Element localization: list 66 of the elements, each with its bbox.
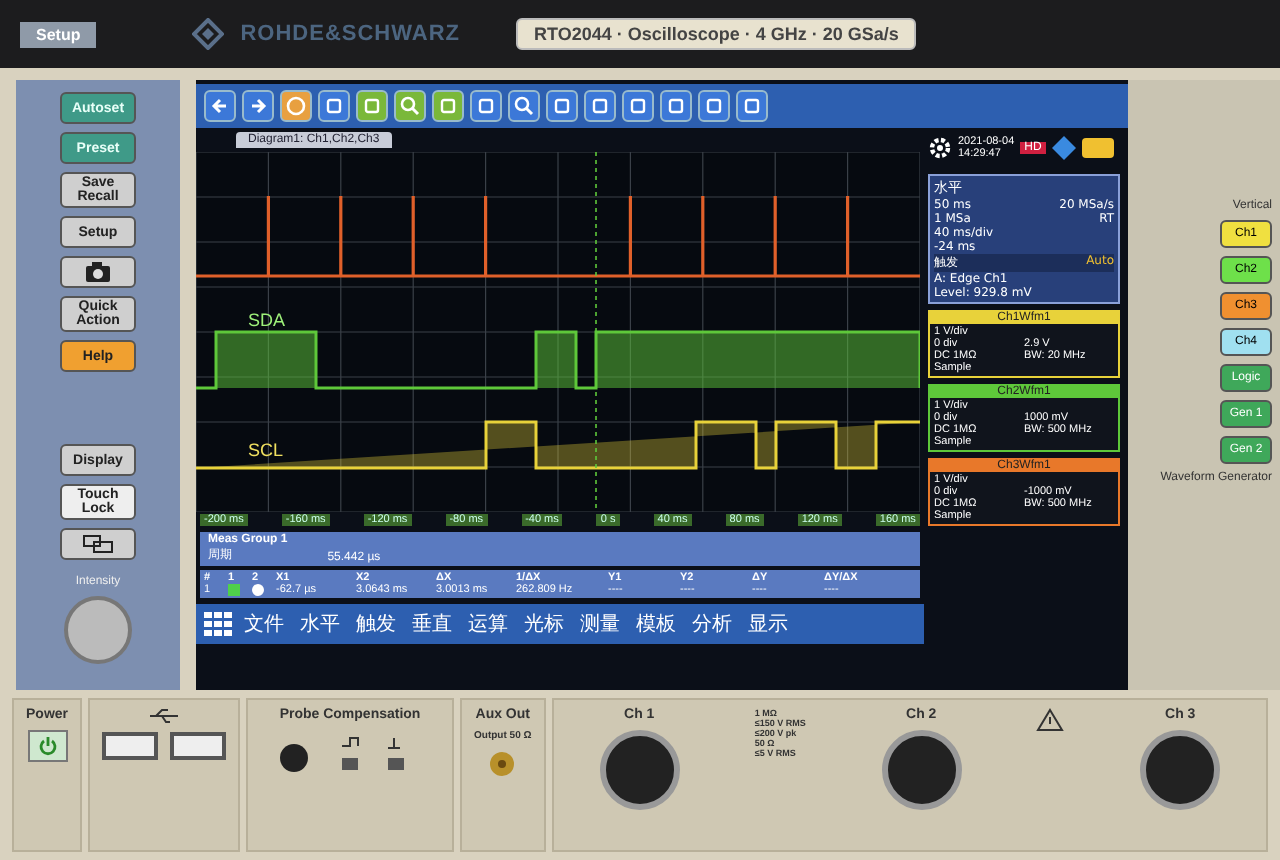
toolbar-button[interactable] <box>470 90 502 122</box>
probe-connector <box>1140 730 1221 810</box>
grid-menu-icon[interactable] <box>204 612 232 636</box>
square-icon <box>362 96 382 116</box>
toolbar-button[interactable] <box>698 90 730 122</box>
setup-label: Setup <box>20 21 97 47</box>
toolbar-button[interactable] <box>356 90 388 122</box>
probe-connector <box>599 730 680 810</box>
toolbar-button[interactable] <box>432 90 464 122</box>
menu-item[interactable]: 文件 <box>240 610 288 638</box>
square-icon <box>742 96 762 116</box>
circle-icon <box>286 96 306 116</box>
menu-item[interactable]: 水平 <box>296 610 344 638</box>
bnc-connector-icon <box>488 750 517 778</box>
diamond-icon[interactable] <box>1051 136 1076 160</box>
usb-port[interactable] <box>170 732 227 760</box>
model-label: RTO2044 · Oscilloscope · 4 GHz · 20 GSa/s <box>516 18 917 50</box>
square-icon <box>476 96 496 116</box>
toolbar-button[interactable] <box>394 90 426 122</box>
square-icon <box>628 96 648 116</box>
screenshot-button[interactable] <box>60 256 136 288</box>
toolbar-button[interactable] <box>736 90 768 122</box>
toolbar-button[interactable] <box>318 90 350 122</box>
power-button[interactable] <box>27 730 67 762</box>
forward-arrow-icon <box>248 96 268 116</box>
toolbar-button[interactable] <box>204 90 236 122</box>
magnifier-icon <box>514 96 534 116</box>
menu-item[interactable]: 测量 <box>576 610 624 638</box>
menu-item[interactable]: 显示 <box>744 610 792 638</box>
trace-label: SDA <box>248 310 286 330</box>
windows-button[interactable] <box>60 528 136 560</box>
probe-connector <box>881 730 962 810</box>
camera-icon <box>84 262 112 282</box>
square-icon <box>552 96 572 116</box>
warning-icon <box>1036 708 1065 732</box>
menu-item[interactable]: 分析 <box>688 610 736 638</box>
circle-marker-icon <box>252 584 264 596</box>
toolbar-button[interactable] <box>622 90 654 122</box>
square-icon <box>704 96 724 116</box>
power-icon <box>37 736 57 756</box>
toolbar-button[interactable] <box>660 90 692 122</box>
square-marker-icon <box>228 584 240 596</box>
menu-item[interactable]: 垂直 <box>408 610 456 638</box>
menu-item[interactable]: 光标 <box>520 610 568 638</box>
square-icon <box>666 96 686 116</box>
status-button[interactable] <box>1081 138 1114 158</box>
toolbar-button[interactable] <box>280 90 312 122</box>
menu-item[interactable]: 运算 <box>464 610 512 638</box>
windows-icon <box>82 534 114 554</box>
toolbar-button[interactable] <box>508 90 540 122</box>
square-icon <box>438 96 458 116</box>
menu-item[interactable]: 模板 <box>632 610 680 638</box>
magnifier-icon <box>400 96 420 116</box>
toolbar-button[interactable] <box>584 90 616 122</box>
trace-label: SCL <box>248 440 284 460</box>
usb-port[interactable] <box>102 732 159 760</box>
square-icon <box>590 96 610 116</box>
toolbar-button[interactable] <box>242 90 274 122</box>
settings-icon[interactable] <box>928 136 952 160</box>
menu-item[interactable]: 触发 <box>352 610 400 638</box>
usb-icon <box>148 708 181 724</box>
square-icon <box>324 96 344 116</box>
back-arrow-icon <box>210 96 230 116</box>
brand-name: ROHDE&SCHWARZ <box>240 22 461 46</box>
diamond-logo-icon <box>192 18 225 50</box>
toolbar-button[interactable] <box>546 90 578 122</box>
